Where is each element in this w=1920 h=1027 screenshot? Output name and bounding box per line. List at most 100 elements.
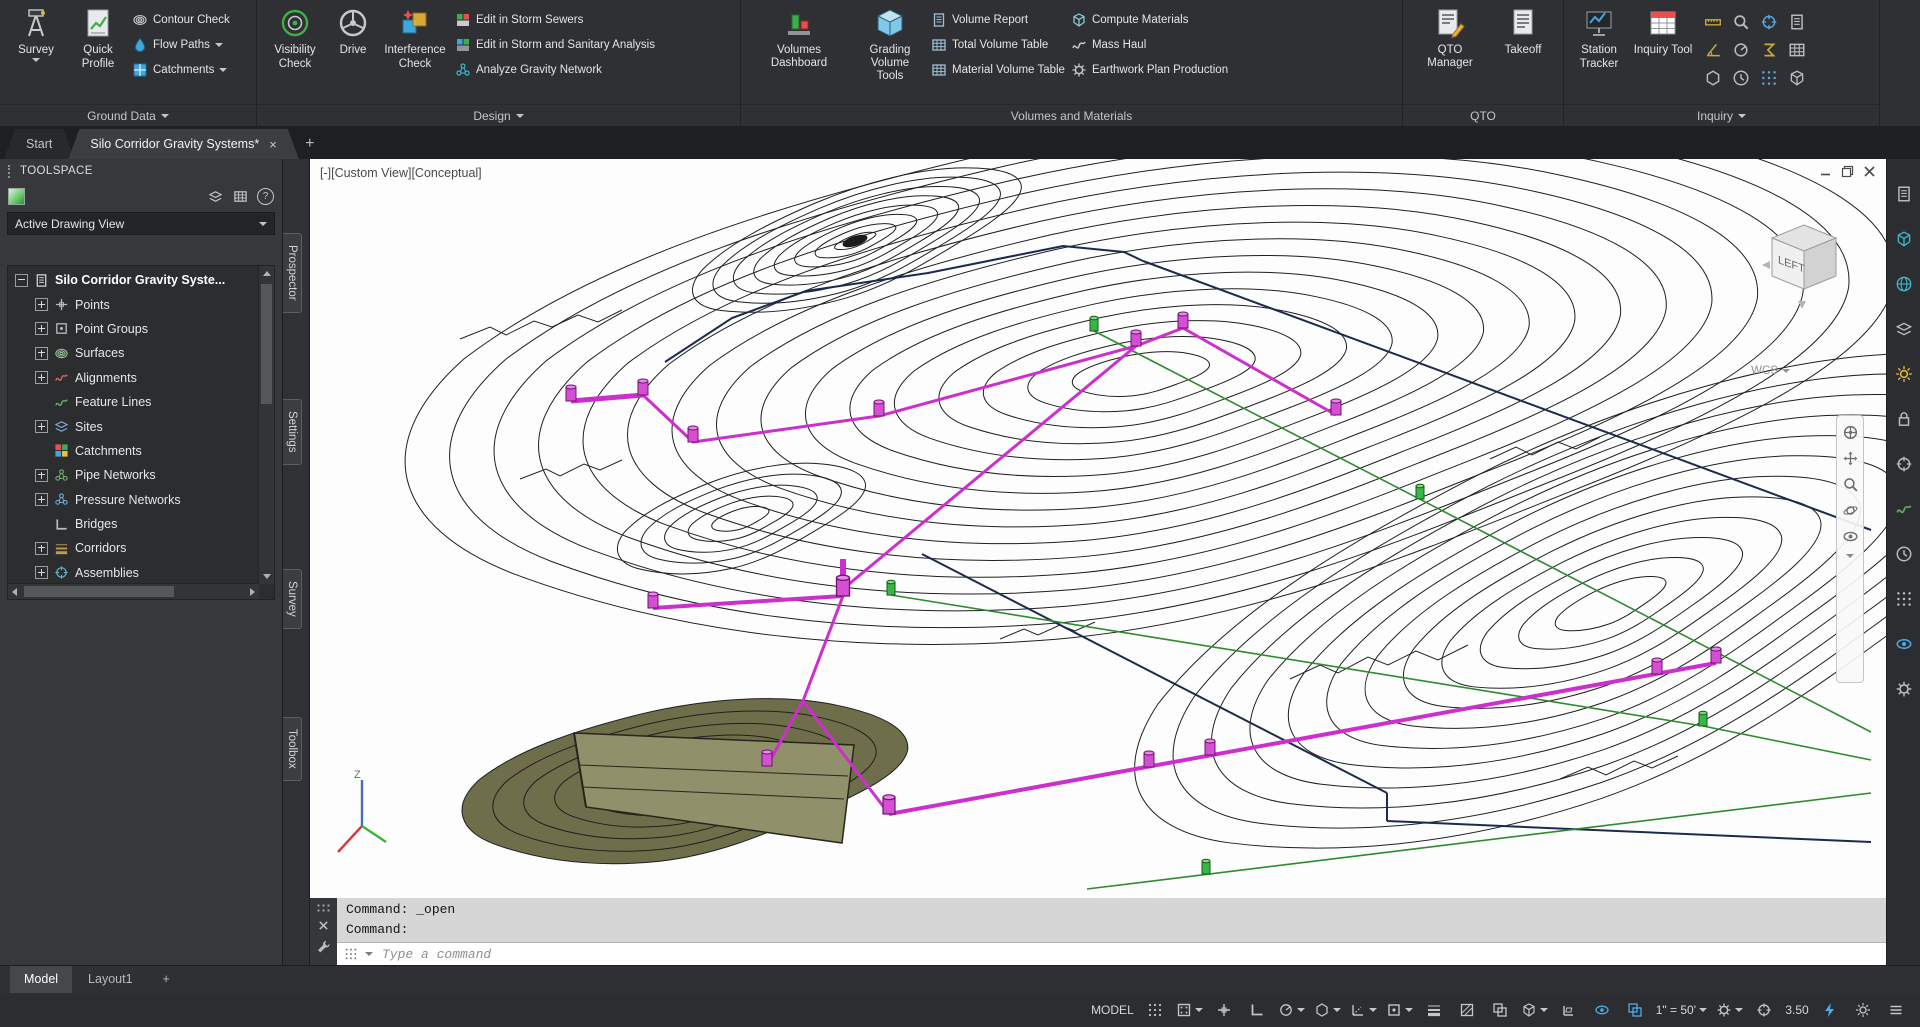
navbar-more-caret-icon[interactable] [1846,554,1854,558]
inquiry-panel-label[interactable]: Inquiry [1564,104,1879,126]
model-viewport[interactable]: [-][Custom View][Conceptual] LEFT WCS [310,159,1886,898]
viewcube-rotate-down-icon[interactable] [1798,301,1806,309]
scroll-left-icon[interactable] [12,588,17,596]
green-structure[interactable] [887,580,895,595]
command-grip-icon[interactable] [316,903,331,912]
tree-item-surfaces[interactable]: Surfaces [8,341,259,365]
item-view-toggle-icon[interactable] [207,189,224,204]
expand-icon[interactable] [35,469,48,482]
selection-cycling-toggle[interactable] [1484,997,1516,1023]
tree-item-catchments[interactable]: Catchments [8,439,259,463]
lineweight-toggle[interactable] [1418,997,1450,1023]
contour-check-button[interactable]: Contour Check [132,11,230,28]
collapse-expander-icon[interactable] [15,274,28,287]
time-button[interactable] [1728,65,1754,91]
workspace-switching-button[interactable] [1712,997,1747,1023]
edit-in-storm-sewers-button[interactable]: Edit in Storm Sewers [455,11,655,28]
file-tab-drawing[interactable]: Silo Corridor Gravity Systems* × [68,129,298,159]
tree-item-points[interactable]: Points [8,292,259,316]
graphics-performance-toggle[interactable] [1814,997,1846,1023]
annotation-visibility-toggle[interactable] [1586,997,1618,1023]
tree-item-corridors[interactable]: Corridors [8,536,259,560]
drive-button[interactable]: Drive [331,3,375,57]
manhole-structure[interactable] [837,575,850,596]
properties-palette-icon[interactable] [1895,185,1913,203]
snap-mode-toggle[interactable] [1172,997,1207,1023]
sheet-set-palette-icon[interactable] [1895,320,1913,338]
drawing-canvas[interactable] [310,159,1886,898]
volumes-dashboard-button[interactable]: Volumes Dashboard [749,3,849,69]
manhole-structure[interactable] [1652,658,1662,674]
tree-item-point-groups[interactable]: Point Groups [8,317,259,341]
tree-item-assemblies[interactable]: Assemblies [8,561,259,585]
sum-button[interactable] [1756,37,1782,63]
performance-chart-icon[interactable] [1895,500,1913,518]
dynamic-input-toggle[interactable] [1208,997,1240,1023]
tree-item-bridges[interactable]: Bridges [8,512,259,536]
grading-volume-tools-button[interactable]: Grading Volume Tools [855,3,925,83]
manhole-structure[interactable] [1205,739,1215,755]
recent-commands-icon[interactable] [344,947,358,961]
station-tracker-button[interactable]: Station Tracker [1572,3,1626,70]
isolate-objects-button[interactable] [1847,997,1879,1023]
manhole-structure[interactable] [1331,399,1341,415]
green-structure[interactable] [1699,711,1707,726]
palette-grip-icon[interactable] [8,165,13,178]
expand-icon[interactable] [35,347,48,360]
viewport-controls-label[interactable]: [-][Custom View][Conceptual] [320,166,482,180]
tree-item-alignments[interactable]: Alignments [8,366,259,390]
recent-commands-caret-icon[interactable] [365,952,373,956]
volume-report-button[interactable]: Volume Report [931,11,1065,28]
analyze-gravity-network-button[interactable]: Analyze Gravity Network [455,61,655,78]
survey-button[interactable]: Survey [8,3,64,62]
tree-item-pressure-networks[interactable]: Pressure Networks [8,488,259,512]
inquiry-tool-button[interactable]: Inquiry Tool [1632,3,1694,57]
toolspace-title-bar[interactable]: TOOLSPACE [0,159,282,183]
expand-icon[interactable] [35,493,48,506]
clock-icon[interactable] [1895,545,1913,563]
orbit-icon[interactable] [1842,502,1859,519]
quick-measure-button[interactable] [1728,9,1754,35]
manhole-structure[interactable] [1144,751,1154,767]
volumes-panel-label[interactable]: Volumes and Materials [741,104,1402,126]
command-history[interactable]: Command: _open Command: [337,898,1886,942]
manhole-structure[interactable] [874,400,884,416]
compute-materials-button[interactable]: Compute Materials [1071,11,1228,28]
manhole-structure[interactable] [1711,647,1721,663]
layout1-tab[interactable]: Layout1 [74,966,146,993]
model-space-toggle[interactable]: MODEL [1087,997,1138,1023]
tree-item-feature-lines[interactable]: Feature Lines [8,390,259,414]
measure-area-button[interactable] [1700,65,1726,91]
takeoff-button[interactable]: Takeoff [1495,3,1551,57]
measure-volume-button[interactable] [1784,65,1810,91]
dynamic-ucs-toggle[interactable] [1553,997,1585,1023]
material-volume-table-button[interactable]: Material Volume Table [931,61,1065,78]
visibility-panel-icon[interactable] [1895,635,1913,653]
customization-menu-button[interactable] [1880,997,1912,1023]
file-tab-close-icon[interactable]: × [269,137,277,152]
new-layout-button[interactable]: + [149,966,184,993]
table-info-button[interactable] [1784,37,1810,63]
pan-icon[interactable] [1842,450,1859,467]
quick-calc-button[interactable] [1756,65,1782,91]
isometric-drafting-toggle[interactable] [1310,997,1345,1023]
help-icon[interactable] [257,188,274,205]
3d-object-snap-toggle[interactable] [1517,997,1552,1023]
web-palette-icon[interactable] [1895,275,1913,293]
lock-ui-icon[interactable] [1895,410,1913,428]
autoscale-toggle[interactable] [1619,997,1651,1023]
tab-survey[interactable]: Survey [283,569,302,629]
tab-prospector[interactable]: Prospector [283,233,302,313]
transparency-toggle[interactable] [1451,997,1483,1023]
settings-panel-icon[interactable] [1895,680,1913,698]
scroll-down-icon[interactable] [263,574,271,579]
preview-pane-icon[interactable] [232,189,249,204]
measure-angle-button[interactable] [1700,37,1726,63]
view-selector-dropdown[interactable]: Active Drawing View [7,212,275,235]
manhole-structure[interactable] [566,385,576,401]
grid-display-toggle[interactable] [1139,997,1171,1023]
new-drawing-tab-button[interactable]: + [293,129,327,159]
manhole-structure[interactable] [688,426,698,442]
manhole-structure[interactable] [883,795,895,814]
command-input[interactable] [380,946,1879,963]
